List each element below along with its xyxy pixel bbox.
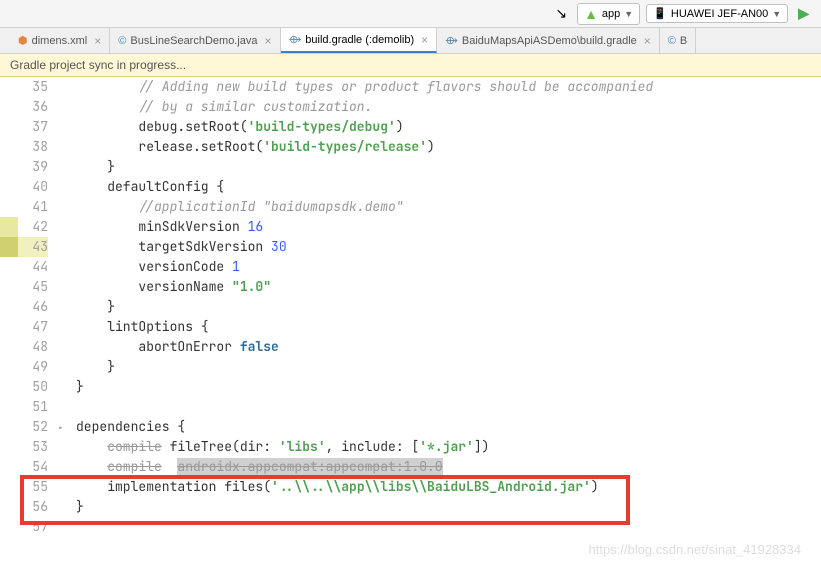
line-number: 46 [18,297,48,317]
code-line[interactable]: compile androidx.appcompat:appcompat:1.0… [76,457,821,477]
line-number: 43 [18,237,48,257]
close-icon[interactable]: × [265,34,272,48]
tab-2[interactable]: ⟴build.gradle (:demolib) × [281,28,438,53]
line-number: 49 [18,357,48,377]
close-icon[interactable]: × [644,34,651,48]
caret-down-icon: ▼ [772,9,781,19]
code-area[interactable]: // Adding new build types or product fla… [76,77,821,562]
line-number: 39 [18,157,48,177]
module-selector[interactable]: ▲ app ▼ [577,3,640,25]
code-line[interactable]: lintOptions { [76,317,821,337]
fold-arrow-icon[interactable]: ▸ [58,418,63,438]
module-label: app [602,8,620,20]
code-line[interactable]: debug.setRoot('build-types/debug') [76,117,821,137]
line-number: 54 [18,457,48,477]
code-line[interactable]: dependencies { [76,417,821,437]
editor-tabs: ⬢dimens.xml×©BusLineSearchDemo.java×⟴bui… [0,28,821,54]
line-number: 51 [18,397,48,417]
line-number: 57 [18,517,48,537]
code-editor[interactable]: 3536373839404142434445464748495051525354… [0,77,821,562]
code-line[interactable]: targetSdkVersion 30 [76,237,821,257]
tab-3[interactable]: ⟴ BaiduMapsApiASDemo\build.gradle × [437,28,660,53]
code-line[interactable]: //applicationId "baidumapsdk.demo" [76,197,821,217]
tab-0[interactable]: ⬢ dimens.xml × [10,28,110,53]
java-file-icon: © [118,35,126,47]
tab-label: BusLineSearchDemo.java [130,35,257,47]
code-line[interactable]: } [76,377,821,397]
run-button[interactable]: ▶ [794,3,813,24]
toolbar: ↘ ▲ app ▼ 📱 HUAWEI JEF-AN00 ▼ ▶ [0,0,821,28]
tab-1[interactable]: © BusLineSearchDemo.java × [110,28,280,53]
line-number: 36 [18,97,48,117]
code-line[interactable]: versionCode 1 [76,257,821,277]
line-number: 55 [18,477,48,497]
code-line[interactable]: compile fileTree(dir: 'libs', include: [… [76,437,821,457]
code-line[interactable]: implementation files('..\\..\\app\\libs\… [76,477,821,497]
close-icon[interactable]: × [421,33,428,47]
code-line[interactable]: // Adding new build types or product fla… [76,77,821,97]
code-line[interactable]: } [76,297,821,317]
line-number: 53 [18,437,48,457]
line-number: 40 [18,177,48,197]
line-number: 44 [18,257,48,277]
code-line[interactable]: // by a similar customization. [76,97,821,117]
line-number: 50 [18,377,48,397]
line-number: 47 [18,317,48,337]
line-number: 35 [18,77,48,97]
android-icon: ▲ [584,6,598,22]
code-line[interactable]: } [76,497,821,517]
phone-icon: 📱 [653,7,667,20]
line-number: 42 [18,217,48,237]
caret-down-icon: ▼ [624,9,633,19]
gradle-file-icon: ⟴ [289,33,302,46]
tab-4[interactable]: ©B [660,28,696,53]
line-number: 45 [18,277,48,297]
code-line[interactable]: } [76,157,821,177]
gradle-file-icon: ⟴ [445,34,458,47]
line-number: 56 [18,497,48,517]
line-number: 41 [18,197,48,217]
xml-file-icon: ⬢ [18,34,28,47]
line-number: 48 [18,337,48,357]
code-line[interactable]: defaultConfig { [76,177,821,197]
tab-label: build.gradle (:demolib) [305,34,414,46]
line-number: 37 [18,117,48,137]
device-label: HUAWEI JEF-AN00 [671,8,768,20]
code-line[interactable] [76,517,821,537]
code-line[interactable] [76,397,821,417]
gutter-marks [0,77,18,562]
close-icon[interactable]: × [94,34,101,48]
gutter-fold: ▸ [58,77,76,562]
tab-label: BaiduMapsApiASDemo\build.gradle [462,35,637,47]
line-number: 52 [18,417,48,437]
line-number: 38 [18,137,48,157]
code-line[interactable]: } [76,357,821,377]
sync-icon[interactable]: ↘ [551,3,571,24]
sync-notification: Gradle project sync in progress... [0,54,821,77]
java-file-icon: © [668,35,676,47]
device-selector[interactable]: 📱 HUAWEI JEF-AN00 ▼ [646,4,788,23]
code-line[interactable]: release.setRoot('build-types/release') [76,137,821,157]
code-line[interactable]: minSdkVersion 16 [76,217,821,237]
code-line[interactable]: abortOnError false [76,337,821,357]
tab-label: dimens.xml [32,35,88,47]
tab-label: B [680,35,687,47]
code-line[interactable]: versionName "1.0" [76,277,821,297]
gutter-line-numbers: 3536373839404142434445464748495051525354… [18,77,58,562]
